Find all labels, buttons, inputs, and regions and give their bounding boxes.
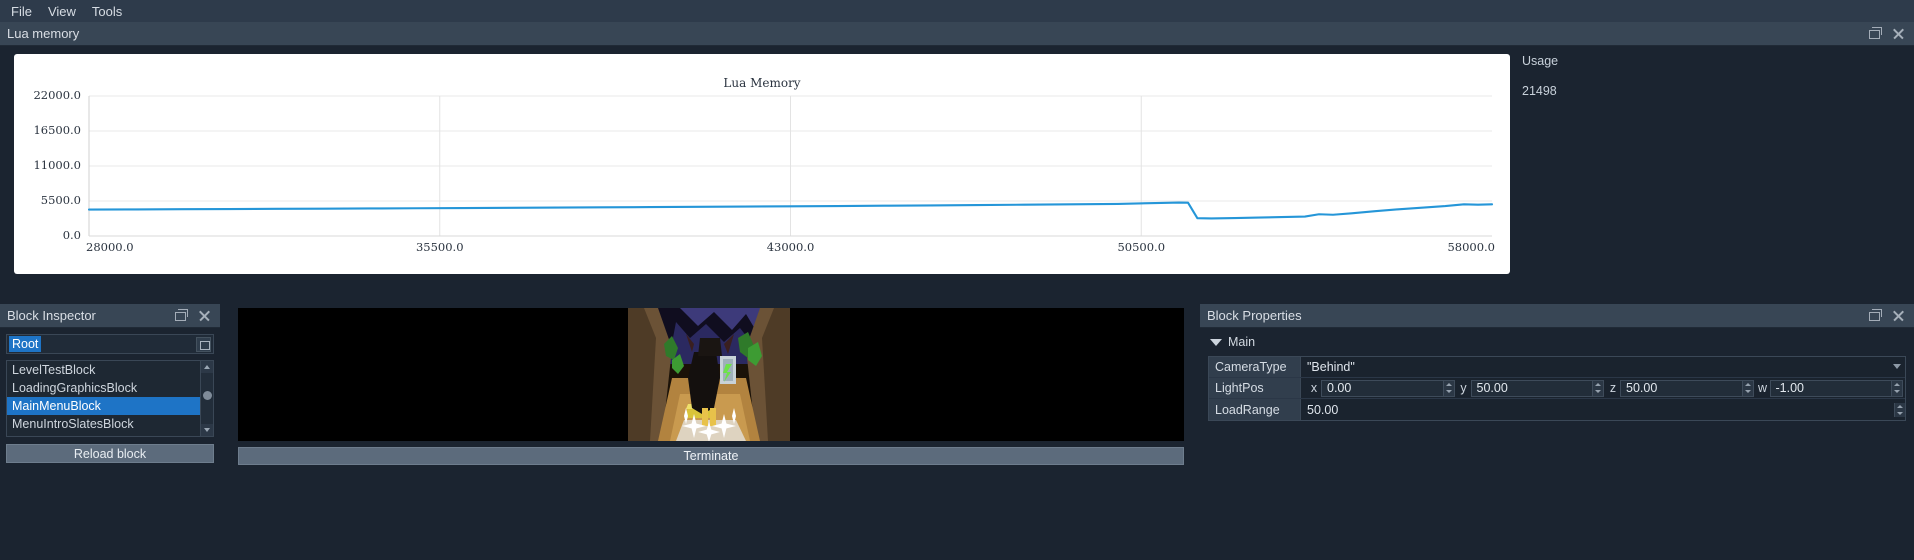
lightpos-vector-editor: x 0.00 y 50.00 z 50.00 w -1.00 xyxy=(1301,378,1905,398)
list-item[interactable]: MainMenuBlock xyxy=(7,397,213,415)
float-icon[interactable] xyxy=(175,309,188,322)
lightpos-x-value: 0.00 xyxy=(1327,381,1352,395)
block-inspector-body: Root LevelTestBlock LoadingGraphicsBlock… xyxy=(0,334,220,463)
stepper-loadrange[interactable] xyxy=(1894,402,1905,417)
scroll-down-icon[interactable] xyxy=(201,424,213,436)
x-tick-label: 43000.0 xyxy=(766,240,815,254)
list-item[interactable]: MenuIntroSlatesBlock xyxy=(7,415,213,433)
stepper-down-icon[interactable] xyxy=(1444,388,1454,396)
property-label: CameraType xyxy=(1209,357,1301,377)
scroll-up-icon[interactable] xyxy=(201,361,213,373)
y-tick-label: 5500.0 xyxy=(40,193,81,207)
block-list-scrollbar[interactable] xyxy=(200,361,213,436)
list-item[interactable]: LoadingGraphicsBlock xyxy=(7,379,213,397)
chevron-down-icon[interactable] xyxy=(1893,364,1901,369)
usage-label: Usage xyxy=(1522,54,1559,68)
stepper-up-icon[interactable] xyxy=(1444,381,1454,389)
stepper-up-icon[interactable] xyxy=(1895,403,1905,410)
browse-icon[interactable] xyxy=(196,337,211,352)
property-group-label: Main xyxy=(1228,335,1256,349)
float-icon[interactable] xyxy=(1869,309,1882,322)
x-tick-label: 50500.0 xyxy=(1117,240,1166,254)
y-tick-label: 0.0 xyxy=(62,228,81,242)
close-icon[interactable] xyxy=(1892,309,1905,322)
y-tick-label: 22000.0 xyxy=(33,88,81,102)
y-tick-label: 11000.0 xyxy=(33,158,81,172)
property-table: CameraType "Behind" LightPos x 0.00 y 50… xyxy=(1208,356,1906,421)
loadrange-value: 50.00 xyxy=(1307,402,1339,417)
loadrange-input[interactable]: 50.00 xyxy=(1301,399,1905,420)
stepper-down-icon[interactable] xyxy=(1743,388,1753,396)
lightpos-x-input[interactable]: 0.00 xyxy=(1321,379,1455,397)
lightpos-y-value: 50.00 xyxy=(1476,381,1508,395)
cameratype-combobox[interactable]: "Behind" xyxy=(1301,357,1905,377)
lua-memory-titlebar: Lua memory xyxy=(0,22,1914,46)
property-label: LightPos xyxy=(1209,378,1301,398)
property-row-loadrange: LoadRange 50.00 xyxy=(1209,399,1905,420)
list-item[interactable]: LevelTestBlock xyxy=(7,361,213,379)
block-inspector-title: Block Inspector xyxy=(7,308,96,323)
lua-memory-chart[interactable]: Lua Memory 22000.0 16500.0 11000.0 5500.0 0.… xyxy=(14,54,1510,274)
close-icon[interactable] xyxy=(198,309,211,322)
y-tick-label: 16500.0 xyxy=(33,123,81,137)
axis-label-x: x xyxy=(1310,381,1318,395)
axis-label-y: y xyxy=(1460,381,1467,395)
stepper-down-icon[interactable] xyxy=(1593,388,1603,396)
axis-label-w: w xyxy=(1757,381,1768,395)
block-inspector-titlebar: Block Inspector xyxy=(0,304,220,328)
game-viewport[interactable] xyxy=(238,308,1184,441)
game-render-image xyxy=(628,308,790,441)
stepper-down-icon[interactable] xyxy=(1895,410,1905,417)
block-list[interactable]: LevelTestBlock LoadingGraphicsBlock Main… xyxy=(6,360,214,437)
menu-item-tools[interactable]: Tools xyxy=(85,2,129,21)
lightpos-w-value: -1.00 xyxy=(1775,381,1805,395)
lua-memory-body: Lua Memory 22000.0 16500.0 11000.0 5500.0 0.… xyxy=(0,46,1914,294)
property-group-main[interactable]: Main xyxy=(1208,332,1906,352)
axis-label-z: z xyxy=(1609,381,1617,395)
stepper-x[interactable] xyxy=(1442,380,1454,396)
x-tick-label: 58000.0 xyxy=(1447,240,1495,254)
scrollbar-thumb[interactable] xyxy=(203,391,212,400)
block-properties-panel: Block Properties Main CameraType "Behind… xyxy=(1200,304,1914,560)
stepper-w[interactable] xyxy=(1891,380,1902,396)
block-properties-titlebar: Block Properties xyxy=(1200,304,1914,328)
x-tick-label: 28000.0 xyxy=(86,240,134,254)
chevron-down-icon[interactable] xyxy=(1210,338,1222,346)
block-path-input[interactable]: Root xyxy=(6,334,214,354)
menu-item-view[interactable]: View xyxy=(41,2,83,21)
property-row-cameratype: CameraType "Behind" xyxy=(1209,357,1905,378)
stepper-z[interactable] xyxy=(1741,380,1753,396)
menu-bar: File View Tools xyxy=(0,0,1914,22)
usage-value: 21498 xyxy=(1522,84,1557,98)
terminate-button[interactable]: Terminate xyxy=(238,447,1184,465)
stepper-up-icon[interactable] xyxy=(1743,381,1753,389)
stepper-y[interactable] xyxy=(1592,380,1603,396)
stepper-down-icon[interactable] xyxy=(1892,388,1902,396)
lightpos-y-input[interactable]: 50.00 xyxy=(1470,379,1604,397)
menu-item-file[interactable]: File xyxy=(4,2,39,21)
property-row-lightpos: LightPos x 0.00 y 50.00 z 50.00 w -1.00 xyxy=(1209,378,1905,399)
block-properties-body: Main CameraType "Behind" LightPos x 0.00 xyxy=(1200,328,1914,421)
block-path-value: Root xyxy=(9,336,42,352)
lightpos-z-value: 50.00 xyxy=(1626,381,1658,395)
lightpos-w-input[interactable]: -1.00 xyxy=(1769,379,1903,397)
lua-memory-title: Lua memory xyxy=(7,26,80,41)
property-label: LoadRange xyxy=(1209,399,1301,420)
stepper-up-icon[interactable] xyxy=(1593,381,1603,389)
usage-readout: Usage 21498 xyxy=(1521,54,1601,98)
x-tick-label: 35500.0 xyxy=(415,240,464,254)
block-properties-title: Block Properties xyxy=(1207,308,1302,323)
close-icon[interactable] xyxy=(1892,27,1905,40)
reload-block-button[interactable]: Reload block xyxy=(6,444,214,463)
game-viewport-panel: Terminate xyxy=(238,308,1184,560)
lua-memory-panel: Lua memory Lua Memory 22000.0 16500.0 1100… xyxy=(0,22,1914,294)
stepper-up-icon[interactable] xyxy=(1892,381,1902,389)
block-inspector-panel: Block Inspector Root LevelTestBlock Load… xyxy=(0,304,220,560)
cameratype-value: "Behind" xyxy=(1307,360,1355,374)
lightpos-z-input[interactable]: 50.00 xyxy=(1620,379,1754,397)
float-icon[interactable] xyxy=(1869,27,1882,40)
